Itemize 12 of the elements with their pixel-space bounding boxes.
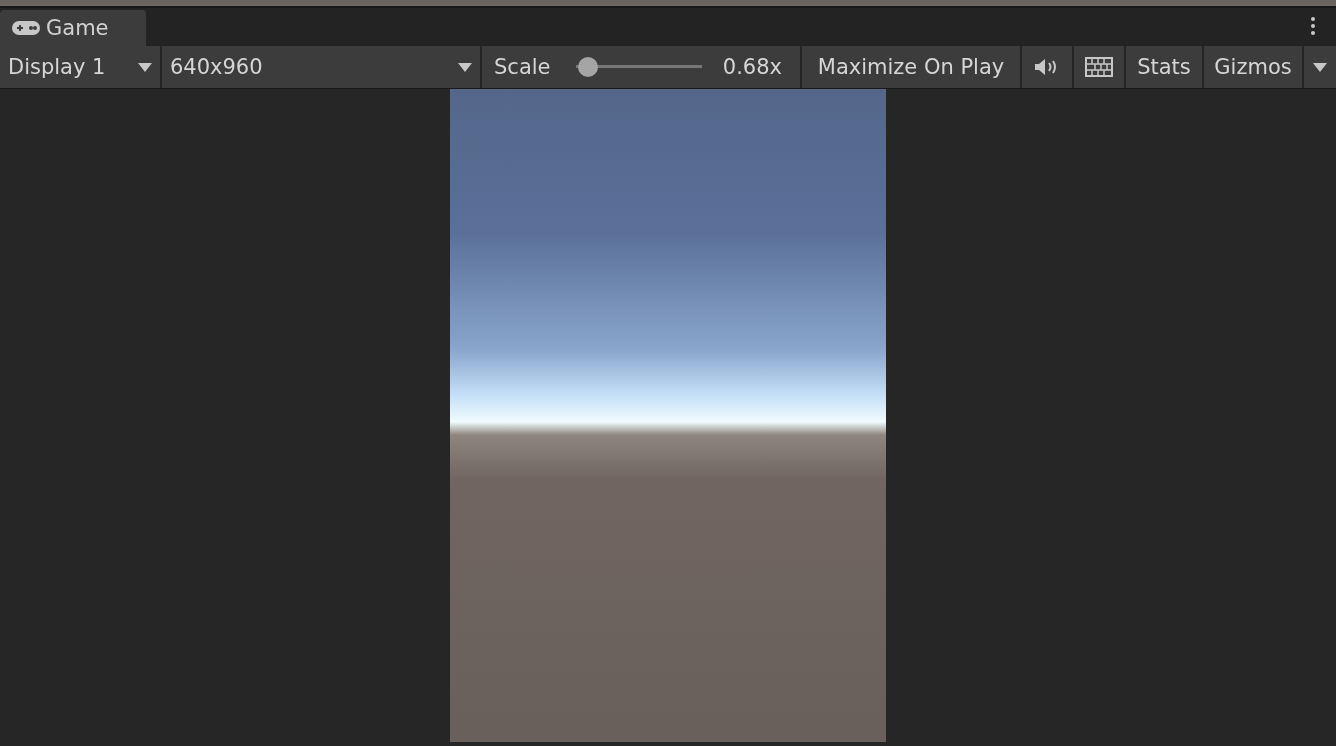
display-dropdown[interactable]: Display 1 [0,46,162,88]
caret-icon [1313,62,1327,72]
caret-icon [138,62,152,72]
stats-button[interactable]: Stats [1126,46,1204,88]
more-menu-icon[interactable] [1311,17,1315,35]
game-tab[interactable]: Game [0,10,146,46]
keyboard-icon [1085,57,1113,77]
scale-label: Scale [494,55,551,79]
gamepad-icon [12,20,40,36]
caret-icon [458,62,472,72]
gizmos-button[interactable]: Gizmos [1204,46,1304,88]
scale-reading: 0.68x [722,55,782,79]
